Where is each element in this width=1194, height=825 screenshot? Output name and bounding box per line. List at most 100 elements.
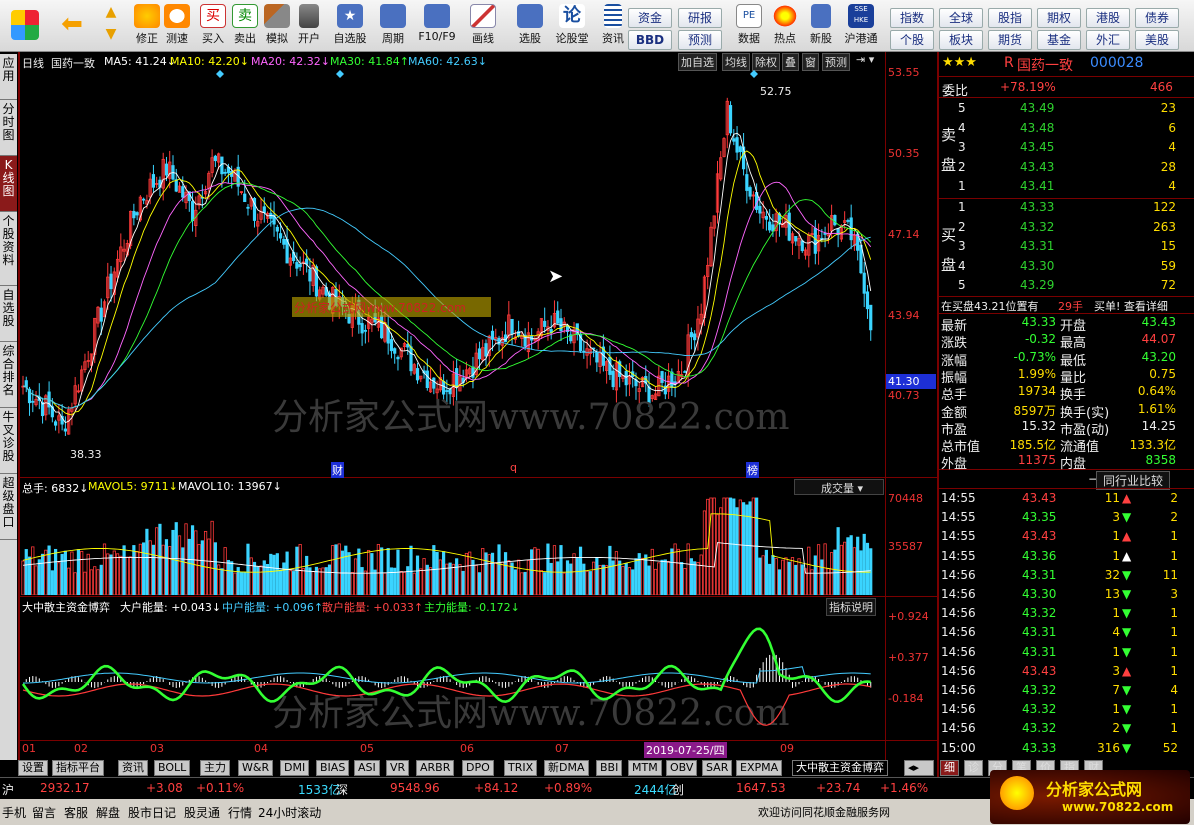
- tab-bias[interactable]: BIAS: [316, 760, 350, 776]
- tab-settings[interactable]: 设置: [18, 760, 48, 776]
- left-tab-ranking[interactable]: 综合排名: [0, 342, 17, 408]
- open-account-button[interactable]: 开户: [290, 2, 328, 50]
- big-order-detail-link[interactable]: 买单! 查看详细: [1094, 298, 1168, 314]
- bottom-item-lingtong[interactable]: 股灵通: [184, 804, 220, 821]
- right-btn-10[interactable]: 外汇: [1086, 30, 1130, 50]
- tab-mtm[interactable]: MTM: [628, 760, 662, 776]
- tick-volume: 32: [1104, 567, 1120, 582]
- bottom-item-24h[interactable]: 24小时滚动: [258, 804, 321, 821]
- tab-indicator-platform[interactable]: 指标平台: [52, 760, 104, 776]
- bottom-item-mobile[interactable]: 手机: [2, 804, 26, 821]
- right-btn-2[interactable]: 股指: [988, 8, 1032, 28]
- tab-scroll-arrows[interactable]: ◂▸: [904, 760, 934, 776]
- right-btn-1[interactable]: 全球: [939, 8, 983, 28]
- bottom-item-service[interactable]: 客服: [64, 804, 88, 821]
- news-button[interactable]: 资讯: [594, 2, 632, 50]
- f10-button[interactable]: F10/F9: [416, 2, 458, 50]
- cy-index[interactable]: 1647.53: [736, 781, 786, 795]
- sell-price[interactable]: 43.43: [1020, 160, 1054, 174]
- up-down-buttons[interactable]: ▲ ▼: [98, 2, 124, 50]
- list-event-marker[interactable]: 榜: [746, 462, 759, 478]
- tab-obv[interactable]: OBV: [666, 760, 698, 776]
- volume-bar: [435, 551, 439, 595]
- bottom-item-analysis[interactable]: 解盘: [96, 804, 120, 821]
- left-tab-intraday[interactable]: 分时图: [0, 100, 17, 156]
- right-btn-3[interactable]: 期权: [1037, 8, 1081, 28]
- right-btn-11[interactable]: 美股: [1135, 30, 1179, 50]
- forum-button[interactable]: 论论股堂: [552, 2, 592, 50]
- sell-price[interactable]: 43.41: [1020, 179, 1054, 193]
- left-tab-kline[interactable]: K线图: [0, 156, 17, 212]
- right-btn-6[interactable]: 个股: [890, 30, 934, 50]
- grid-btn-1[interactable]: 研报: [678, 8, 722, 28]
- bottom-item-message[interactable]: 留言: [32, 804, 56, 821]
- sh-pct: +0.11%: [196, 781, 245, 795]
- sz-index[interactable]: 9548.96: [390, 781, 440, 795]
- buy-price[interactable]: 43.31: [1020, 239, 1054, 253]
- volume-bar: [774, 558, 778, 595]
- tab-main[interactable]: 主力: [200, 760, 230, 776]
- finance-event-marker[interactable]: 财: [331, 462, 344, 478]
- tab-expma[interactable]: EXPMA: [736, 760, 783, 776]
- left-tab-apps[interactable]: 应用: [0, 54, 17, 100]
- tab-dmi[interactable]: DMI: [280, 760, 310, 776]
- sell-price[interactable]: 43.49: [1020, 101, 1054, 115]
- indicator-chart[interactable]: [20, 612, 885, 740]
- tab-detail[interactable]: 细: [940, 760, 959, 776]
- tab-new-dma[interactable]: 新DMA: [544, 760, 589, 776]
- sell-price[interactable]: 43.48: [1020, 121, 1054, 135]
- hk-connect-button[interactable]: SSE HKE 沪港通: [840, 2, 882, 50]
- right-btn-8[interactable]: 期货: [988, 30, 1032, 50]
- toolbar-btn-1[interactable]: 测速: [158, 2, 196, 50]
- grid-btn-0[interactable]: 资金: [628, 8, 672, 28]
- menu-grid-button[interactable]: [6, 2, 44, 50]
- chart-menu-icon[interactable]: ⇥ ▾: [856, 53, 874, 66]
- draw-line-button[interactable]: 画线: [464, 2, 502, 50]
- right-btn-9[interactable]: 基金: [1037, 30, 1081, 50]
- left-tab-level2[interactable]: 超级盘口: [0, 474, 17, 540]
- tab-wr[interactable]: W&R: [238, 760, 274, 776]
- sh-index[interactable]: 2932.17: [40, 781, 90, 795]
- tab-asi[interactable]: ASI: [354, 760, 380, 776]
- volume-chart[interactable]: [20, 496, 885, 595]
- volume-bar: [546, 543, 550, 595]
- right-btn-7[interactable]: 板块: [939, 30, 983, 50]
- tab-diag[interactable]: 诊: [964, 760, 983, 776]
- tab-bbi[interactable]: BBI: [596, 760, 623, 776]
- tab-arbr[interactable]: ARBR: [416, 760, 455, 776]
- watchlist-button[interactable]: ★ 自选股: [330, 2, 370, 50]
- hotspot-button[interactable]: 热点: [766, 2, 804, 50]
- arrow-up-icon: ▲: [1122, 529, 1132, 544]
- volume-bar: [275, 553, 279, 595]
- ipo-button[interactable]: 新股: [802, 2, 840, 50]
- left-tab-profile[interactable]: 个股资料: [0, 212, 17, 286]
- buy-price[interactable]: 43.29: [1020, 278, 1054, 292]
- volume-bar: [37, 559, 41, 595]
- buy-price[interactable]: 43.32: [1020, 220, 1054, 234]
- right-btn-0[interactable]: 指数: [890, 8, 934, 28]
- volume-indicator-dropdown[interactable]: 成交量 ▾: [794, 479, 884, 495]
- left-tab-diagnosis[interactable]: 牛叉诊股: [0, 408, 17, 474]
- right-btn-5[interactable]: 债券: [1135, 8, 1179, 28]
- tab-vr[interactable]: VR: [386, 760, 410, 776]
- tab-dpo[interactable]: DPO: [462, 760, 494, 776]
- tab-sar[interactable]: SAR: [702, 760, 733, 776]
- tab-fund-game[interactable]: 大中散主资金博弈: [792, 760, 888, 776]
- grid-btn-3[interactable]: 预测: [678, 30, 722, 50]
- period-button[interactable]: 周期: [374, 2, 412, 50]
- stock-picker-button[interactable]: 选股: [510, 2, 550, 50]
- sell-price[interactable]: 43.45: [1020, 140, 1054, 154]
- bottom-item-diary[interactable]: 股市日记: [128, 804, 176, 821]
- bottom-item-market[interactable]: 行情: [228, 804, 252, 821]
- grid-btn-2[interactable]: BBD: [628, 30, 672, 50]
- left-tab-watchlist[interactable]: 自选股: [0, 286, 17, 342]
- buy-price[interactable]: 43.30: [1020, 259, 1054, 273]
- tab-trix[interactable]: TRIX: [504, 760, 538, 776]
- right-btn-4[interactable]: 港股: [1086, 8, 1130, 28]
- data-button[interactable]: PE 数据: [730, 2, 768, 50]
- back-button[interactable]: ⬅: [54, 2, 90, 50]
- tab-boll[interactable]: BOLL: [154, 760, 191, 776]
- q-event-marker[interactable]: q: [510, 461, 517, 474]
- buy-price[interactable]: 43.33: [1020, 200, 1054, 214]
- tab-news[interactable]: 资讯: [118, 760, 148, 776]
